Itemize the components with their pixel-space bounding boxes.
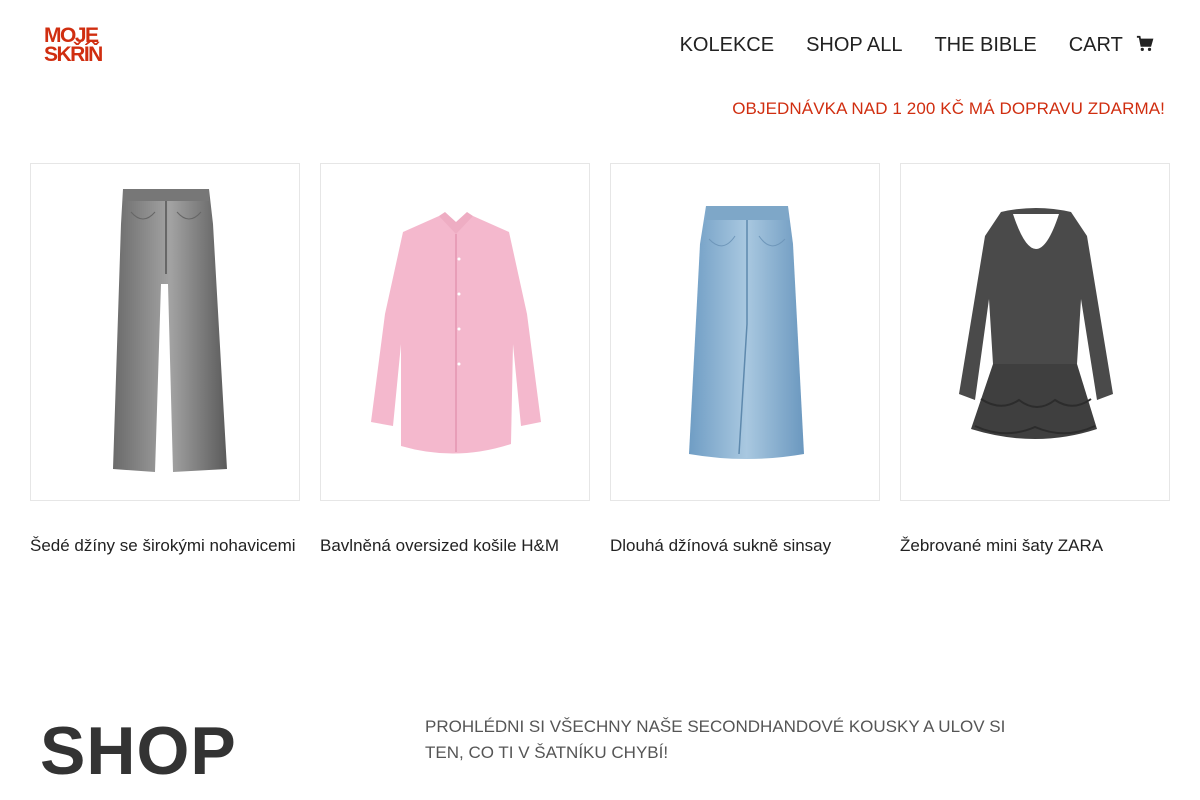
product-card[interactable]: Šedé džíny se širokými nohavicemi (30, 163, 300, 556)
product-title[interactable]: Dlouhá džínová sukně sinsay (610, 535, 880, 556)
shop-description: PROHLÉDNI SI VŠECHNY NAŠE SECONDHANDOVÉ … (425, 717, 1006, 762)
product-card[interactable]: Dlouhá džínová sukně sinsay (610, 163, 880, 556)
nav-item-the-bible[interactable]: THE BIBLE (934, 34, 1036, 57)
pink-shirt-image (371, 212, 541, 454)
main-nav: KOLEKCE SHOP ALL THE BIBLE CART (680, 34, 1154, 57)
nav-item-cart[interactable]: CART (1069, 34, 1154, 57)
product-title[interactable]: Bavlněná oversized košile H&M (320, 535, 590, 556)
mini-dress-image (959, 208, 1113, 439)
denim-skirt-image (689, 206, 804, 459)
nav-item-shop-all[interactable]: SHOP ALL (806, 34, 902, 57)
product-grid: Šedé džíny se širokými nohavicemi Bavlně… (30, 163, 1170, 556)
product-image-pink-shirt[interactable] (320, 163, 590, 501)
free-shipping-banner: OBJEDNÁVKA NAD 1 200 KČ MÁ DOPRAVU ZDARM… (732, 99, 1165, 118)
shopping-cart-icon (1136, 35, 1154, 52)
product-image-grey-jeans[interactable] (30, 163, 300, 501)
grey-jeans-image (113, 189, 227, 472)
product-card[interactable]: Bavlněná oversized košile H&M (320, 163, 590, 556)
partially-visible-content (425, 790, 605, 800)
logo-line-2: SKŘÍŇ (44, 43, 103, 66)
product-image-denim-skirt[interactable] (610, 163, 880, 501)
product-image-mini-dress[interactable] (900, 163, 1170, 501)
nav-item-kolekce[interactable]: KOLEKCE (680, 34, 774, 57)
shop-heading: SHOP (40, 713, 237, 789)
product-card[interactable]: Žebrované mini šaty ZARA (900, 163, 1170, 556)
site-logo[interactable]: MOJE SKŘÍŇ (44, 25, 108, 66)
cart-label: CART (1068, 34, 1123, 56)
product-title[interactable]: Žebrované mini šaty ZARA (900, 535, 1170, 556)
product-title[interactable]: Šedé džíny se širokými nohavicemi (30, 535, 300, 556)
